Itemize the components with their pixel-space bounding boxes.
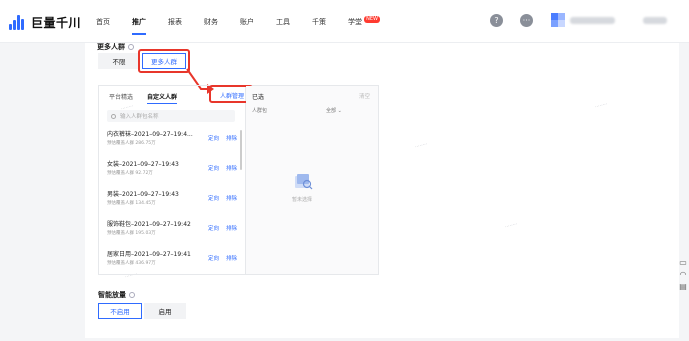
tab-custom-audience[interactable]: 自定义人群 bbox=[147, 92, 178, 104]
target-button[interactable]: 定向 bbox=[208, 254, 219, 262]
package-coverage: 预估覆盖人群 134.45万 bbox=[107, 201, 156, 206]
list-item: 居家日用–2021–09–27–19:41 预估覆盖人群 436.97万 定向 … bbox=[107, 249, 245, 273]
exclude-button[interactable]: 排除 bbox=[226, 164, 237, 172]
new-badge: NEW bbox=[364, 16, 380, 23]
brand-logo[interactable]: 巨量千川 bbox=[9, 13, 81, 31]
nav-item-finance[interactable]: 财务 bbox=[204, 0, 218, 43]
target-button[interactable]: 定向 bbox=[208, 194, 219, 202]
watermark: ········ bbox=[414, 141, 429, 151]
package-name: 男装–2021–09–27–19:43 bbox=[107, 191, 179, 198]
audience-selector-panel: 平台精选 自定义人群 人群管理 输入人群包名称 内衣裤袜–2021–09–27–… bbox=[98, 85, 379, 275]
nav-item-qiance[interactable]: 千策 bbox=[312, 0, 326, 43]
exclude-button[interactable]: 排除 bbox=[226, 194, 237, 202]
feedback-icon[interactable]: ▤ bbox=[677, 281, 689, 293]
list-item: 服饰鞋包–2021–09–27–19:42 预估覆盖人群 195.03万 定向 … bbox=[107, 219, 245, 243]
nav-item-academy-label: 学堂 bbox=[348, 17, 362, 26]
column-header-package: 人群包 bbox=[252, 108, 268, 114]
nav-item-academy[interactable]: 学堂 NEW bbox=[348, 0, 380, 43]
floating-toolbar: ▭ ◠ ▤ bbox=[677, 257, 689, 293]
package-name: 女装–2021–09–27–19:43 bbox=[107, 161, 179, 168]
empty-state-icon bbox=[295, 174, 313, 190]
more-audience-label-text: 更多人群 bbox=[97, 43, 125, 51]
package-coverage: 预估覆盖人群 286.75万 bbox=[107, 141, 156, 146]
brand-logo-icon bbox=[9, 14, 26, 30]
clear-button[interactable]: 清空 bbox=[359, 92, 370, 100]
list-scrollbar[interactable] bbox=[240, 130, 242, 170]
package-name: 居家日用–2021–09–27–19:41 bbox=[107, 251, 191, 258]
more-audience-label: 更多人群 bbox=[97, 42, 134, 52]
package-name: 服饰鞋包–2021–09–27–19:42 bbox=[107, 221, 191, 228]
nav-item-reports[interactable]: 报表 bbox=[168, 0, 182, 43]
search-input[interactable]: 输入人群包名称 bbox=[107, 110, 235, 122]
avatar[interactable] bbox=[551, 13, 565, 27]
watermark: ········ bbox=[594, 101, 609, 111]
nav-item-account[interactable]: 账户 bbox=[240, 0, 254, 43]
package-coverage: 预估覆盖人群 195.03万 bbox=[107, 231, 156, 236]
empty-state-text: 暂未选择 bbox=[292, 197, 313, 203]
nav-item-home[interactable]: 首页 bbox=[96, 0, 110, 43]
question-icon[interactable] bbox=[129, 292, 135, 298]
header-actions: ? ··· bbox=[473, 13, 667, 27]
selected-title: 已选 bbox=[252, 94, 265, 101]
search-placeholder: 输入人群包名称 bbox=[120, 114, 159, 120]
search-icon bbox=[111, 113, 116, 119]
package-coverage: 预估覆盖人群 436.97万 bbox=[107, 261, 156, 266]
audience-option-unlimited[interactable]: 不限 bbox=[98, 53, 140, 69]
main-nav: 首页 推广 报表 财务 账户 工具 千策 学堂 NEW bbox=[96, 0, 384, 43]
smart-release-label-text: 智能放量 bbox=[98, 291, 126, 299]
target-button[interactable]: 定向 bbox=[208, 224, 219, 232]
targeting-card: ········ ········ ········ ········ ····… bbox=[85, 43, 679, 338]
smart-release-option-off[interactable]: 不启用 bbox=[98, 303, 142, 319]
exclude-button[interactable]: 排除 bbox=[226, 134, 237, 142]
question-icon[interactable]: ? bbox=[490, 13, 503, 27]
exclude-button[interactable]: 排除 bbox=[226, 254, 237, 262]
audience-list-column: 平台精选 自定义人群 人群管理 输入人群包名称 内衣裤袜–2021–09–27–… bbox=[99, 85, 253, 274]
list-item: 内衣裤袜–2021–09–27–19:4... 预估覆盖人群 286.75万 定… bbox=[107, 129, 245, 153]
exclude-button[interactable]: 排除 bbox=[226, 224, 237, 232]
list-item: 男装–2021–09–27–19:43 预估覆盖人群 134.45万 定向 排除 bbox=[107, 189, 245, 213]
package-name: 内衣裤袜–2021–09–27–19:4... bbox=[107, 131, 193, 138]
filter-dropdown[interactable]: 全部 ⌄ bbox=[326, 107, 342, 114]
target-button[interactable]: 定向 bbox=[208, 134, 219, 142]
headset-icon[interactable]: ◠ bbox=[677, 269, 689, 281]
chat-icon[interactable]: ▭ bbox=[677, 257, 689, 269]
account-name-blurred[interactable] bbox=[570, 16, 615, 24]
watermark: ········ bbox=[504, 221, 519, 231]
tab-platform-picks[interactable]: 平台精选 bbox=[109, 92, 133, 101]
highlight-box-more-audience bbox=[138, 49, 190, 73]
smart-release-option-on[interactable]: 启用 bbox=[144, 303, 186, 319]
selected-audience-column: 已选 清空 人群包 全部 ⌄ 暂未选择 bbox=[246, 86, 378, 274]
more-icon[interactable]: ··· bbox=[520, 13, 533, 27]
question-icon[interactable] bbox=[128, 44, 134, 50]
list-item: 女装–2021–09–27–19:43 预估覆盖人群 92.72万 定向 排除 bbox=[107, 159, 245, 183]
nav-item-tools[interactable]: 工具 bbox=[276, 0, 290, 43]
account-id-blurred bbox=[643, 16, 667, 24]
top-navigation-bar: 巨量千川 首页 推广 报表 财务 账户 工具 千策 学堂 NEW ? ··· bbox=[0, 0, 689, 43]
brand-name: 巨量千川 bbox=[31, 15, 82, 30]
target-button[interactable]: 定向 bbox=[208, 164, 219, 172]
package-coverage: 预估覆盖人群 92.72万 bbox=[107, 171, 153, 176]
nav-item-promotion[interactable]: 推广 bbox=[132, 0, 146, 43]
smart-release-label: 智能放量 bbox=[98, 290, 135, 300]
